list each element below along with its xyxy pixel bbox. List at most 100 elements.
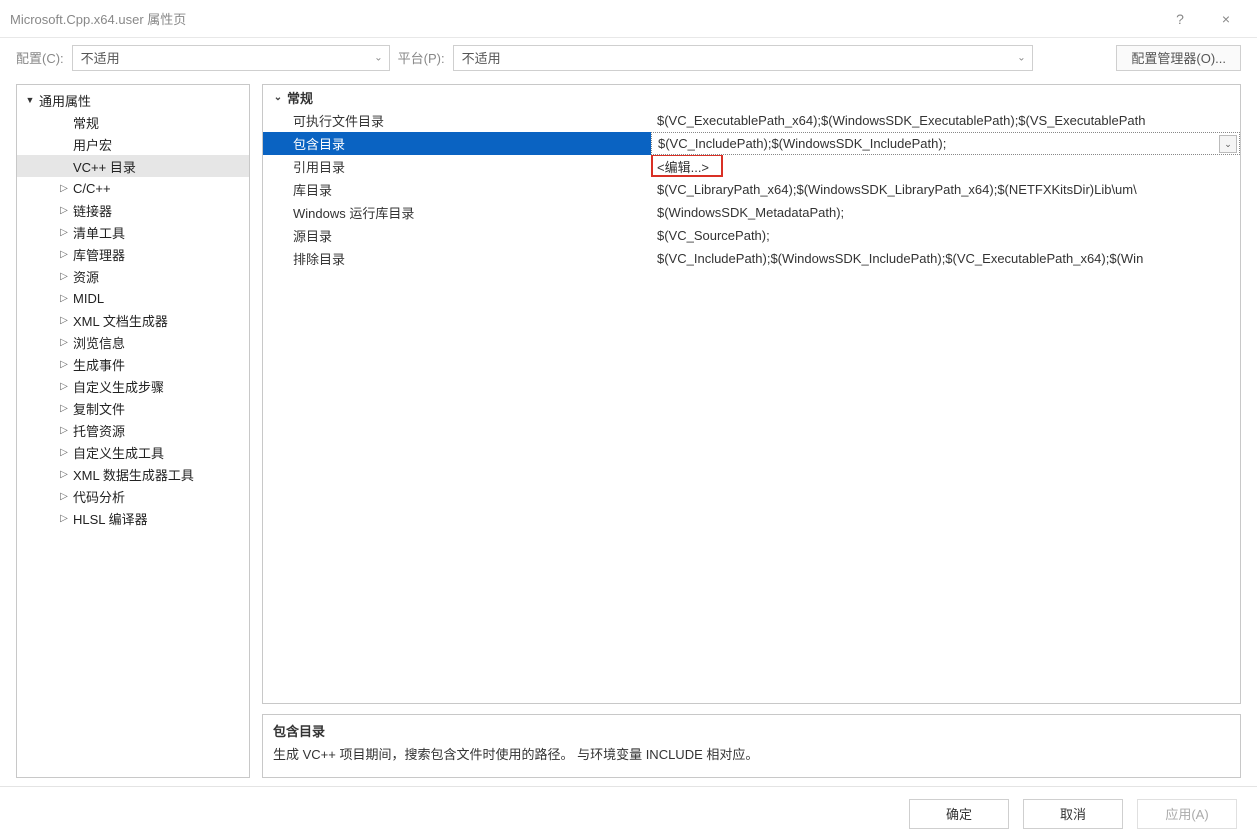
tree-item-label: MIDL xyxy=(71,291,104,306)
expand-icon[interactable]: ▷ xyxy=(57,315,71,326)
grid-row-value-text: $(VC_LibraryPath_x64);$(WindowsSDK_Libra… xyxy=(657,182,1137,197)
tree-item[interactable]: ▷清单工具 xyxy=(17,221,249,243)
tree-item[interactable]: ▷库管理器 xyxy=(17,243,249,265)
tree-item[interactable]: ▷浏览信息 xyxy=(17,331,249,353)
grid-row-value[interactable]: $(WindowsSDK_MetadataPath); xyxy=(651,201,1240,224)
right-column: ⌄ 常规 可执行文件目录$(VC_ExecutablePath_x64);$(W… xyxy=(262,84,1241,778)
grid-row-name: Windows 运行库目录 xyxy=(263,201,651,224)
tree-item-label: 自定义生成步骤 xyxy=(71,377,164,396)
titlebar: Microsoft.Cpp.x64.user 属性页 ? × xyxy=(0,0,1257,38)
expand-icon[interactable]: ▷ xyxy=(57,359,71,370)
tree-item[interactable]: 用户宏 xyxy=(17,133,249,155)
expand-icon[interactable]: ▷ xyxy=(57,469,71,480)
tree-item[interactable]: ▷C/C++ xyxy=(17,177,249,199)
grid-row-value-text: $(VC_IncludePath);$(WindowsSDK_IncludePa… xyxy=(658,136,946,151)
tree-item-label: 生成事件 xyxy=(71,355,125,374)
grid-row[interactable]: Windows 运行库目录 $(WindowsSDK_MetadataPath); xyxy=(263,201,1240,224)
chevron-down-icon: ⌄ xyxy=(269,92,287,103)
footer: 确定 取消 应用(A) xyxy=(0,786,1257,840)
expand-icon[interactable]: ▷ xyxy=(57,425,71,436)
grid-row[interactable]: 源目录 $(VC_SourcePath); xyxy=(263,224,1240,247)
grid-row-name: 引用目录 xyxy=(263,155,651,178)
grid-row[interactable]: 排除目录$(VC_IncludePath);$(WindowsSDK_Inclu… xyxy=(263,247,1240,270)
close-icon[interactable]: × xyxy=(1203,3,1249,35)
tree-item[interactable]: ▷代码分析 xyxy=(17,485,249,507)
grid-row-value[interactable]: $(VC_IncludePath);$(WindowsSDK_IncludePa… xyxy=(651,132,1240,155)
config-value: 不适用 xyxy=(81,48,120,67)
chevron-down-icon: ⌄ xyxy=(1017,52,1025,63)
tree-item-label: 自定义生成工具 xyxy=(71,443,164,462)
description-panel: 包含目录 生成 VC++ 项目期间，搜索包含文件时使用的路径。 与环境变量 IN… xyxy=(262,714,1241,778)
tree-item[interactable]: ▷XML 数据生成器工具 xyxy=(17,463,249,485)
expand-icon[interactable]: ▷ xyxy=(57,249,71,260)
platform-label: 平台(P): xyxy=(398,48,445,67)
dropdown-button[interactable]: ⌄ xyxy=(1219,135,1237,153)
tree-item[interactable]: ▷MIDL xyxy=(17,287,249,309)
grid-row-value[interactable]: $(VC_SourcePath); xyxy=(651,224,1240,247)
platform-value: 不适用 xyxy=(462,48,501,67)
tree-item[interactable]: ▷托管资源 xyxy=(17,419,249,441)
config-combo[interactable]: 不适用 ⌄ xyxy=(72,45,390,71)
grid-row-value[interactable]: $(VC_ExecutablePath_x64);$(WindowsSDK_Ex… xyxy=(651,109,1240,132)
expand-icon[interactable]: ▷ xyxy=(57,227,71,238)
tree-item[interactable]: ▷自定义生成工具 xyxy=(17,441,249,463)
main: ▼ 通用属性 常规用户宏VC++ 目录▷C/C++▷链接器▷清单工具▷库管理器▷… xyxy=(0,78,1257,786)
grid-row-name: 库目录 xyxy=(263,178,651,201)
tree-root-label: 通用属性 xyxy=(37,91,91,110)
tree-item-label: C/C++ xyxy=(71,181,111,196)
tree-item[interactable]: ▷XML 文档生成器 xyxy=(17,309,249,331)
tree-item-label: 常规 xyxy=(71,113,99,132)
grid-row-value[interactable]: $(VC_LibraryPath_x64);$(WindowsSDK_Libra… xyxy=(651,178,1240,201)
tree-item[interactable]: ▷HLSL 编译器 xyxy=(17,507,249,529)
property-grid: ⌄ 常规 可执行文件目录$(VC_ExecutablePath_x64);$(W… xyxy=(262,84,1241,704)
tree-root[interactable]: ▼ 通用属性 xyxy=(17,89,249,111)
expand-icon[interactable]: ▷ xyxy=(57,513,71,524)
ok-button[interactable]: 确定 xyxy=(909,799,1009,829)
tree-item-label: 复制文件 xyxy=(71,399,125,418)
grid-row-value[interactable]: <编辑...> xyxy=(651,155,1240,178)
expand-icon[interactable]: ▷ xyxy=(57,183,71,194)
tree-item[interactable]: VC++ 目录 xyxy=(17,155,249,177)
tree-item-label: 链接器 xyxy=(71,201,112,220)
tree-item-label: 用户宏 xyxy=(71,135,112,154)
expand-icon[interactable]: ▷ xyxy=(57,337,71,348)
tree-item-label: XML 数据生成器工具 xyxy=(71,465,194,484)
toolbar: 配置(C): 不适用 ⌄ 平台(P): 不适用 ⌄ 配置管理器(O)... xyxy=(0,38,1257,78)
expand-icon[interactable]: ▷ xyxy=(57,205,71,216)
tree-item[interactable]: 常规 xyxy=(17,111,249,133)
grid-row[interactable]: 库目录 $(VC_LibraryPath_x64);$(WindowsSDK_Li… xyxy=(263,178,1240,201)
tree-item-label: XML 文档生成器 xyxy=(71,311,168,330)
expand-icon[interactable]: ▷ xyxy=(57,491,71,502)
expand-icon[interactable]: ▷ xyxy=(57,403,71,414)
chevron-down-icon: ⌄ xyxy=(374,52,382,63)
tree-toggle-icon[interactable]: ▼ xyxy=(23,95,37,105)
grid-row-name: 源目录 xyxy=(263,224,651,247)
tree-item[interactable]: ▷自定义生成步骤 xyxy=(17,375,249,397)
grid-row-value-text: $(VC_SourcePath); xyxy=(657,228,770,243)
expand-icon[interactable]: ▷ xyxy=(57,271,71,282)
expand-icon[interactable]: ▷ xyxy=(57,447,71,458)
grid-row-value-text: $(VC_IncludePath);$(WindowsSDK_IncludePa… xyxy=(657,251,1143,266)
grid-row-value-text: <编辑...> xyxy=(657,157,709,176)
grid-row[interactable]: 引用目录 <编辑...> xyxy=(263,155,1240,178)
cancel-button[interactable]: 取消 xyxy=(1023,799,1123,829)
grid-row-value[interactable]: $(VC_IncludePath);$(WindowsSDK_IncludePa… xyxy=(651,247,1240,270)
grid-row-value-text: $(WindowsSDK_MetadataPath); xyxy=(657,205,844,220)
help-icon[interactable]: ? xyxy=(1157,3,1203,35)
tree-item[interactable]: ▷资源 xyxy=(17,265,249,287)
grid-row[interactable]: 可执行文件目录$(VC_ExecutablePath_x64);$(Window… xyxy=(263,109,1240,132)
platform-combo[interactable]: 不适用 ⌄ xyxy=(453,45,1033,71)
description-text: 生成 VC++ 项目期间，搜索包含文件时使用的路径。 与环境变量 INCLUDE… xyxy=(273,744,1230,763)
tree[interactable]: ▼ 通用属性 常规用户宏VC++ 目录▷C/C++▷链接器▷清单工具▷库管理器▷… xyxy=(16,84,250,778)
config-manager-button[interactable]: 配置管理器(O)... xyxy=(1116,45,1241,71)
expand-icon[interactable]: ▷ xyxy=(57,381,71,392)
grid-row[interactable]: 包含目录$(VC_IncludePath);$(WindowsSDK_Inclu… xyxy=(263,132,1240,155)
config-label: 配置(C): xyxy=(16,48,64,67)
expand-icon[interactable]: ▷ xyxy=(57,293,71,304)
apply-button[interactable]: 应用(A) xyxy=(1137,799,1237,829)
tree-item[interactable]: ▷复制文件 xyxy=(17,397,249,419)
tree-item[interactable]: ▷链接器 xyxy=(17,199,249,221)
grid-category[interactable]: ⌄ 常规 xyxy=(263,85,1240,109)
tree-item[interactable]: ▷生成事件 xyxy=(17,353,249,375)
grid-category-label: 常规 xyxy=(287,88,313,107)
